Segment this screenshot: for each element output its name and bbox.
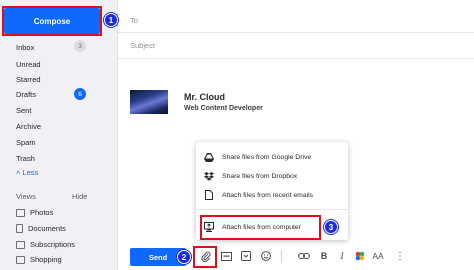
step-2-badge: 2 xyxy=(177,250,191,264)
sticker-icon[interactable] xyxy=(240,250,252,262)
menu-item-label: Attach files from recent emails xyxy=(222,191,314,199)
font-size-icon[interactable]: AA xyxy=(370,250,386,262)
file-icon xyxy=(204,190,214,200)
color-palette-icon[interactable] xyxy=(354,250,366,262)
signature-image xyxy=(130,90,168,114)
more-options-icon[interactable]: ⋮ xyxy=(394,250,406,262)
compose-highlight xyxy=(2,6,102,36)
hide-views-link[interactable]: Hide xyxy=(72,192,87,201)
view-shopping[interactable]: Shopping xyxy=(16,255,62,264)
view-label: Photos xyxy=(30,208,54,217)
sidebar-item-inbox[interactable]: Inbox xyxy=(16,43,34,52)
menu-item-label: Share files from Dropbox xyxy=(222,172,298,180)
view-label: Shopping xyxy=(30,255,62,264)
bold-icon[interactable]: B xyxy=(318,250,330,262)
step-3-badge: 3 xyxy=(324,220,338,234)
inbox-count-badge: 3 xyxy=(74,40,86,52)
view-subscriptions[interactable]: Subscriptions xyxy=(16,240,75,249)
view-label: Subscriptions xyxy=(30,240,76,249)
sidebar-item-sent[interactable]: Sent xyxy=(16,106,31,115)
sidebar-item-trash[interactable]: Trash xyxy=(16,154,35,163)
attach-computer-highlight xyxy=(200,215,321,240)
gif-icon[interactable] xyxy=(220,250,232,262)
menu-item-label: Share files from Google Drive xyxy=(222,153,312,161)
sidebar: Compose Inbox 3 Unread Starred Drafts 6 … xyxy=(0,0,118,270)
compose-toolbar: Send B I AA ⋮ xyxy=(118,244,474,270)
less-toggle[interactable]: ˄ Less xyxy=(16,168,38,177)
sidebar-item-unread[interactable]: Unread xyxy=(16,60,41,69)
view-photos[interactable]: Photos xyxy=(16,208,53,217)
toolbar-divider xyxy=(281,250,282,263)
link-icon[interactable] xyxy=(298,250,310,262)
google-drive-icon xyxy=(204,152,214,162)
document-icon xyxy=(16,224,23,233)
signature-name: Mr. Cloud xyxy=(184,92,225,102)
sidebar-item-drafts[interactable]: Drafts xyxy=(16,90,36,99)
menu-item-google-drive[interactable]: Share files from Google Drive xyxy=(204,149,311,165)
menu-divider xyxy=(196,209,348,210)
emoji-icon[interactable] xyxy=(260,250,272,262)
signature-role: Web Content Developer xyxy=(184,105,263,112)
menu-item-dropbox[interactable]: Share files from Dropbox xyxy=(204,168,297,184)
divider xyxy=(118,32,474,33)
sidebar-item-archive[interactable]: Archive xyxy=(16,122,41,131)
photo-icon xyxy=(16,208,25,217)
menu-item-recent-emails[interactable]: Attach files from recent emails xyxy=(204,187,313,203)
italic-icon[interactable]: I xyxy=(336,250,348,262)
step-1-badge: 1 xyxy=(104,13,118,27)
drafts-count-badge: 6 xyxy=(74,88,86,100)
views-header: Views xyxy=(16,192,36,201)
sidebar-item-starred[interactable]: Starred xyxy=(16,75,41,84)
divider xyxy=(118,58,474,59)
attach-highlight xyxy=(193,246,217,268)
sidebar-item-spam[interactable]: Spam xyxy=(16,138,36,147)
to-field[interactable]: To xyxy=(130,16,138,25)
subscriptions-icon xyxy=(16,240,25,249)
subject-field[interactable]: Subject xyxy=(130,41,155,50)
view-label: Documents xyxy=(28,224,66,233)
view-documents[interactable]: Documents xyxy=(16,224,66,233)
dropbox-icon xyxy=(204,171,214,181)
shopping-icon xyxy=(16,255,25,264)
